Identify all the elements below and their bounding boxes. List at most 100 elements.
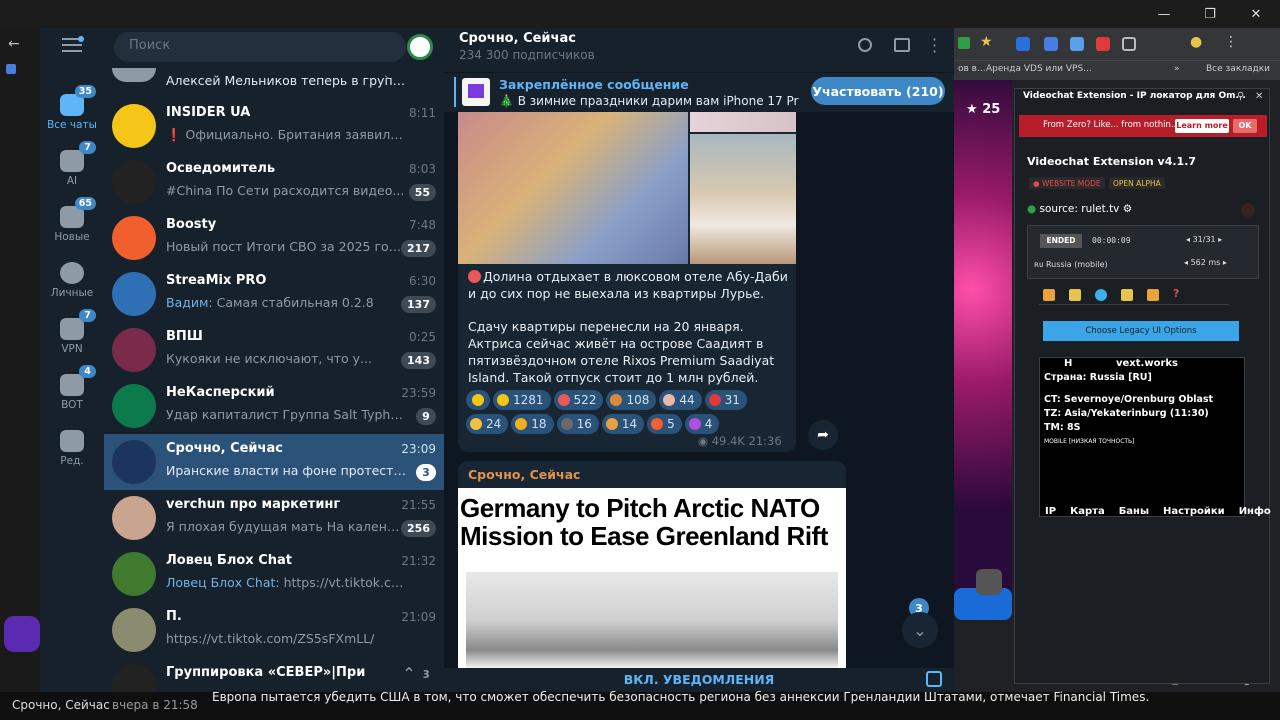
folder-badge: 35 xyxy=(74,84,96,98)
extension-icon[interactable] xyxy=(1016,37,1030,51)
folder-label: Новые xyxy=(54,230,90,243)
reaction-chip[interactable]: 1281 xyxy=(493,390,551,410)
gift-icon[interactable] xyxy=(926,671,942,687)
post-photo[interactable] xyxy=(458,112,688,264)
more-options-icon[interactable]: ⋮ xyxy=(1224,34,1238,50)
search-input[interactable]: Поиск xyxy=(114,32,406,62)
status-icon[interactable] xyxy=(407,34,433,60)
video-area[interactable]: ★ 25 xyxy=(954,80,1012,604)
extension-icon[interactable] xyxy=(958,37,970,49)
ext-banner[interactable]: From Zero? Like... from nothin... Learn … xyxy=(1019,115,1267,137)
ext-tab[interactable]: Настройки xyxy=(1163,506,1225,517)
chat-row[interactable]: Осведомитель 8:03 #China По Сети расходитс… xyxy=(104,154,444,210)
rail-folder-item[interactable]: 65 Новые xyxy=(40,196,104,252)
help-icon[interactable]: ? xyxy=(1173,287,1179,300)
unread-badge: 137 xyxy=(401,296,436,313)
star-reaction[interactable] xyxy=(466,390,490,410)
chat-row[interactable]: Группировка «СЕВЕР»|Приграничн...3 xyxy=(104,658,444,692)
chat-time: 23:09 xyxy=(401,442,436,456)
pin-icon[interactable]: ⚲ xyxy=(1237,91,1244,102)
bookmark[interactable]: Все закладки xyxy=(1206,64,1270,74)
scroll-down-icon[interactable]: ⌄ xyxy=(902,612,938,648)
mobile-line: MOBILE [НИЗКАЯ ТОЧНОСТЬ] xyxy=(1044,438,1135,445)
settings-icon[interactable] xyxy=(1241,203,1255,217)
reaction-chip[interactable]: 31 xyxy=(704,390,747,410)
emoji-icon xyxy=(610,394,623,406)
post-photo[interactable] xyxy=(690,134,796,264)
chat-row-partial[interactable]: Алексей Мельников теперь в группе › xyxy=(104,68,444,94)
reaction-chip[interactable]: 14 xyxy=(601,414,645,434)
ok-button[interactable]: OK xyxy=(1233,119,1257,133)
close-button[interactable]: ✕ xyxy=(1233,0,1279,28)
chat-row[interactable]: StreaMix PRO 6:30 Вадим: Самая стабильная … xyxy=(104,266,444,322)
reaction-chip[interactable]: 44 xyxy=(659,390,702,410)
unmute-button[interactable]: ВКЛ. УВЕДОМЛЕНИЯ xyxy=(444,668,954,692)
chat-row[interactable]: Срочно, Сейчас 23:09 Иранские власти на фо… xyxy=(104,434,444,490)
ext-tab[interactable]: Инфо xyxy=(1239,506,1271,517)
folder-badge: 65 xyxy=(74,196,96,210)
tab-icon[interactable] xyxy=(1095,289,1107,301)
tab-icon[interactable] xyxy=(1121,289,1133,301)
share-icon[interactable]: ➦ xyxy=(808,420,838,450)
bookmark[interactable]: » xyxy=(1174,64,1180,74)
taskbar-app[interactable]: Срочно, Сейчас xyxy=(12,698,110,712)
camera-icon[interactable] xyxy=(976,569,1002,595)
back-icon[interactable]: ← xyxy=(8,36,20,52)
chat-row[interactable]: verchun про маркетинг 21:55 Я плохая будущ… xyxy=(104,490,444,546)
chat-row[interactable]: НеКасперский 23:59 Удар капиталист Группа … xyxy=(104,378,444,434)
ext-tab[interactable]: IP xyxy=(1045,506,1056,517)
rail-folder-item[interactable]: 35 Все чаты xyxy=(40,84,104,140)
scroll-up-icon[interactable]: ⌃ xyxy=(394,658,424,688)
reaction-chip[interactable]: 16 xyxy=(556,414,599,434)
more-options-icon[interactable]: · · · xyxy=(932,32,937,60)
chat-row[interactable]: П. 21:09 https://vt.tiktok.com/ZS5sFXmLL/ xyxy=(104,602,444,658)
minimize-button[interactable]: — xyxy=(1141,0,1187,28)
extension-icon[interactable] xyxy=(1122,37,1136,51)
bookmark[interactable]: ов в... xyxy=(958,64,986,74)
reactions: 1281 522 108 44 31 24 18 16 14 5 4 xyxy=(466,390,766,438)
reaction-chip[interactable]: 522 xyxy=(553,390,604,410)
post-message[interactable]: Долина отдыхает в люксовом отеле Абу-Даб… xyxy=(458,112,796,452)
rail-folder-item[interactable]: 7 AI xyxy=(40,140,104,196)
close-icon[interactable]: ✕ xyxy=(1255,91,1263,102)
telegram-window: 35 Все чаты 7 AI 65 Новые Личные 7 VPN 4 BOT Ред. П… xyxy=(40,28,954,692)
chat-row[interactable]: ВПШ 0:25 Кукояки не исключают, что у... 143 xyxy=(104,322,444,378)
search-icon[interactable] xyxy=(858,38,872,52)
pinned-message-bar[interactable]: Закреплённое сообщение 🎄 В зимние праздн… xyxy=(444,72,954,112)
star-icon[interactable]: ★ xyxy=(980,34,993,50)
extension-icon[interactable] xyxy=(1044,37,1058,51)
reaction-chip[interactable]: 5 xyxy=(647,414,682,434)
tab-icon[interactable] xyxy=(1069,289,1081,301)
extension-icon[interactable] xyxy=(1096,37,1110,51)
maximize-button[interactable]: ❐ xyxy=(1187,0,1233,28)
join-giveaway-button[interactable]: Участвовать (210) xyxy=(811,77,945,105)
legacy-ui-button[interactable]: Choose Legacy UI Options xyxy=(1043,321,1239,341)
profile-icon[interactable]: ● xyxy=(1190,34,1202,50)
rail-folder-item[interactable]: 4 BOT xyxy=(40,364,104,420)
ext-tab[interactable]: Баны xyxy=(1119,506,1149,517)
channel-header[interactable]: Срочно, Сейчас 234 300 подписчиков · · · xyxy=(444,28,954,72)
sidebar-toggle-icon[interactable] xyxy=(894,38,910,52)
chat-row[interactable]: Ловец Блох Chat 21:32 Ловец Блох Chat: htt… xyxy=(104,546,444,602)
tab-icon[interactable] xyxy=(1147,289,1159,301)
post-message[interactable]: Срочно, Сейчас Germany to Pitch Arctic N… xyxy=(458,461,846,671)
learn-more-button[interactable]: Learn more xyxy=(1175,119,1229,133)
reaction-chip[interactable]: 18 xyxy=(511,414,554,434)
bookmark-icon[interactable] xyxy=(6,64,16,74)
chat-row[interactable]: INSIDER UA 8:11 ❗ Официально. Британия зая… xyxy=(104,98,444,154)
reaction-chip[interactable]: 24 xyxy=(466,414,509,434)
tab-icon[interactable] xyxy=(1043,289,1055,301)
bookmark[interactable]: Аренда VDS или VPS... xyxy=(986,64,1092,74)
rail-folder-item[interactable]: Личные xyxy=(40,252,104,308)
post-photo[interactable] xyxy=(690,112,796,132)
rail-folder-item[interactable]: Ред. xyxy=(40,420,104,476)
count[interactable]: ◂ 31/31 ▸ xyxy=(1186,235,1222,244)
article-image[interactable]: Germany to Pitch Arctic NATO Mission to … xyxy=(458,488,846,671)
ext-tab[interactable]: Карта xyxy=(1070,506,1105,517)
rail-folder-item[interactable]: 7 VPN xyxy=(40,308,104,364)
extension-icon[interactable] xyxy=(1070,37,1084,51)
ip-info-box: H vext.works Страна: Russia [RU] CT: Sev… xyxy=(1039,357,1245,517)
reaction-chip[interactable]: 108 xyxy=(606,390,657,410)
chat-row[interactable]: Boosty 7:48 Новый пост Итоги СВО за 2025 г… xyxy=(104,210,444,266)
reaction-chip[interactable]: 4 xyxy=(684,414,720,434)
